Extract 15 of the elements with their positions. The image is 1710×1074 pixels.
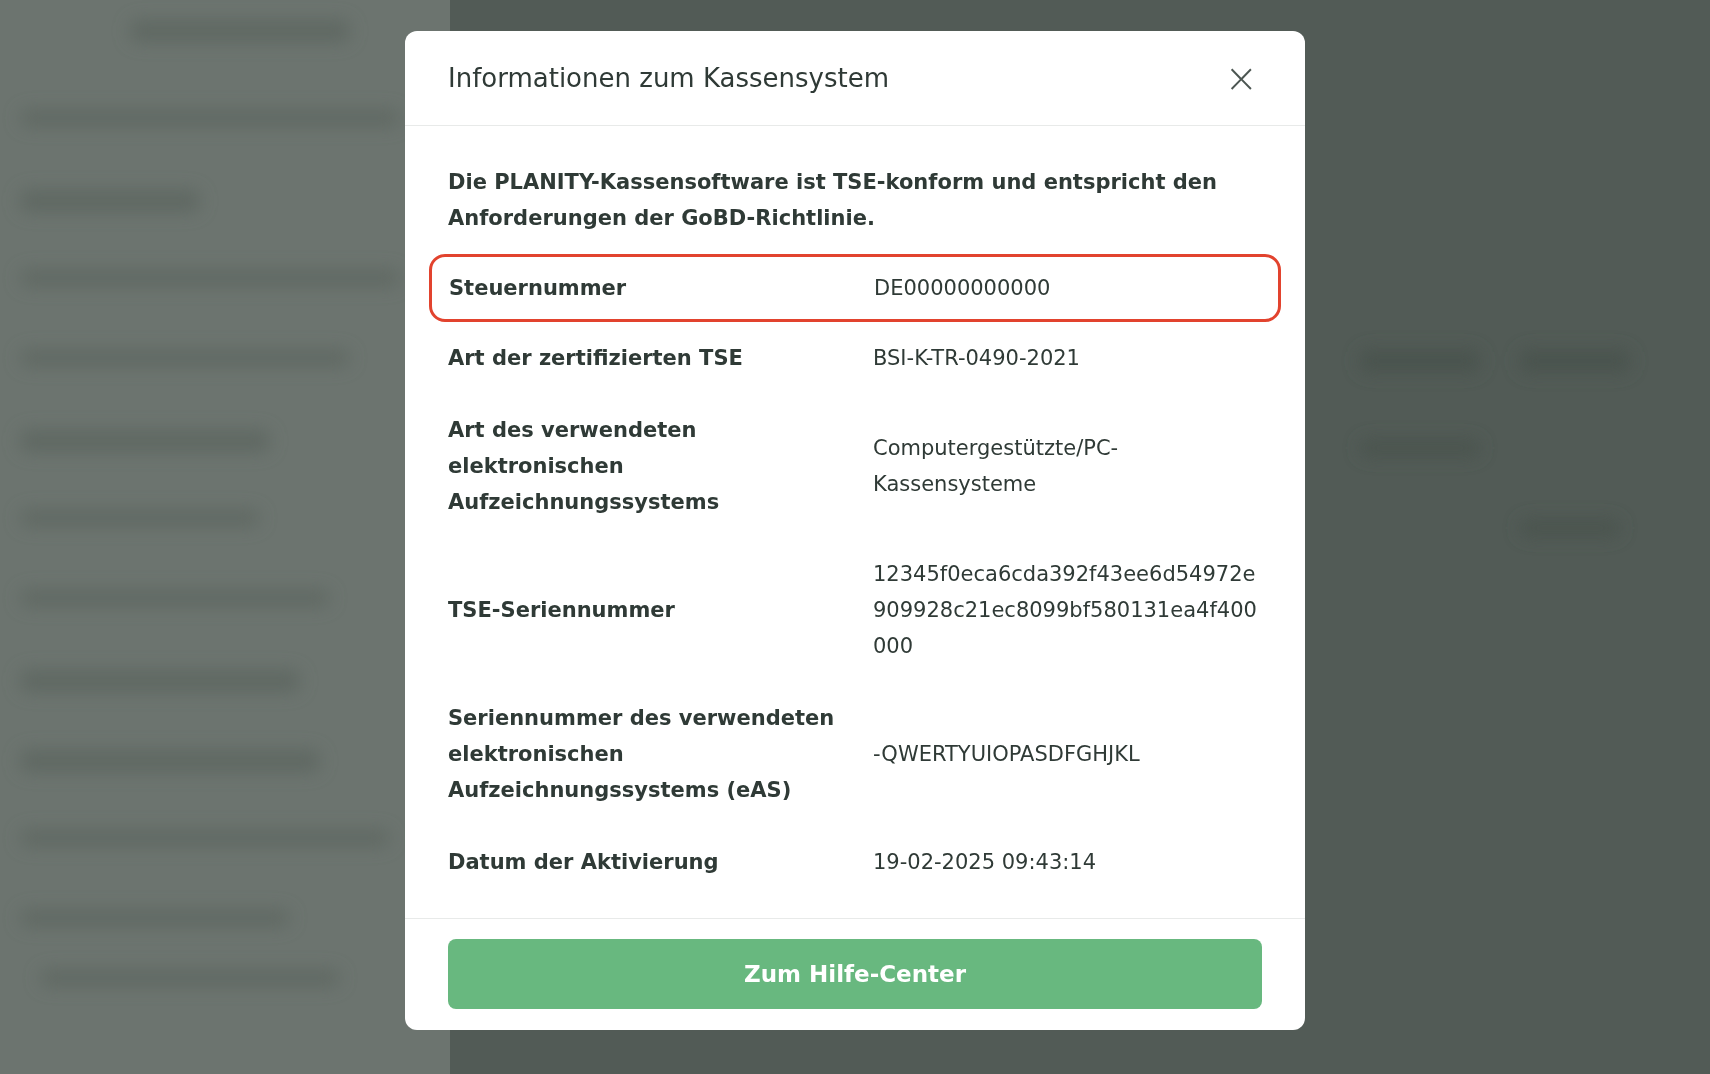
- field-label: TSE-Seriennummer: [448, 597, 676, 624]
- dialog-title: Informationen zum Kassensystem: [448, 63, 890, 93]
- field-label: Art der zertifizierten TSE: [448, 345, 744, 372]
- field-label: Datum der Aktivierung: [448, 849, 720, 876]
- field-label: Steuernummer: [449, 275, 628, 302]
- field-value: Computergestützte/PC-Kassensysteme: [873, 435, 1120, 498]
- field-value: 12345f0eca6cda392f43ee6d54972e909928c21ec8099bf580131ea4f400000: [873, 561, 1258, 660]
- close-button[interactable]: ×: [1220, 58, 1262, 98]
- field-value: DE00000000000: [874, 275, 1052, 302]
- field-value: 19-02-2025 09:43:14: [873, 849, 1098, 876]
- field-label: Seriennummer des verwendeten elektronischen Aufzeichnungssystems (eAS): [448, 705, 836, 804]
- field-value: -QWERTYUIOPASDFGHJKL: [873, 741, 1141, 768]
- field-label: Art des verwendeten elektronischen Aufzeichnungssystems: [448, 417, 721, 516]
- field-value: BSI-K-TR-0490-2021: [873, 345, 1081, 372]
- intro-text: Die PLANITY-Kassensoftware ist TSE-konform und entspricht den Anforderungen der GoBD-Richtlinie.: [448, 169, 1218, 232]
